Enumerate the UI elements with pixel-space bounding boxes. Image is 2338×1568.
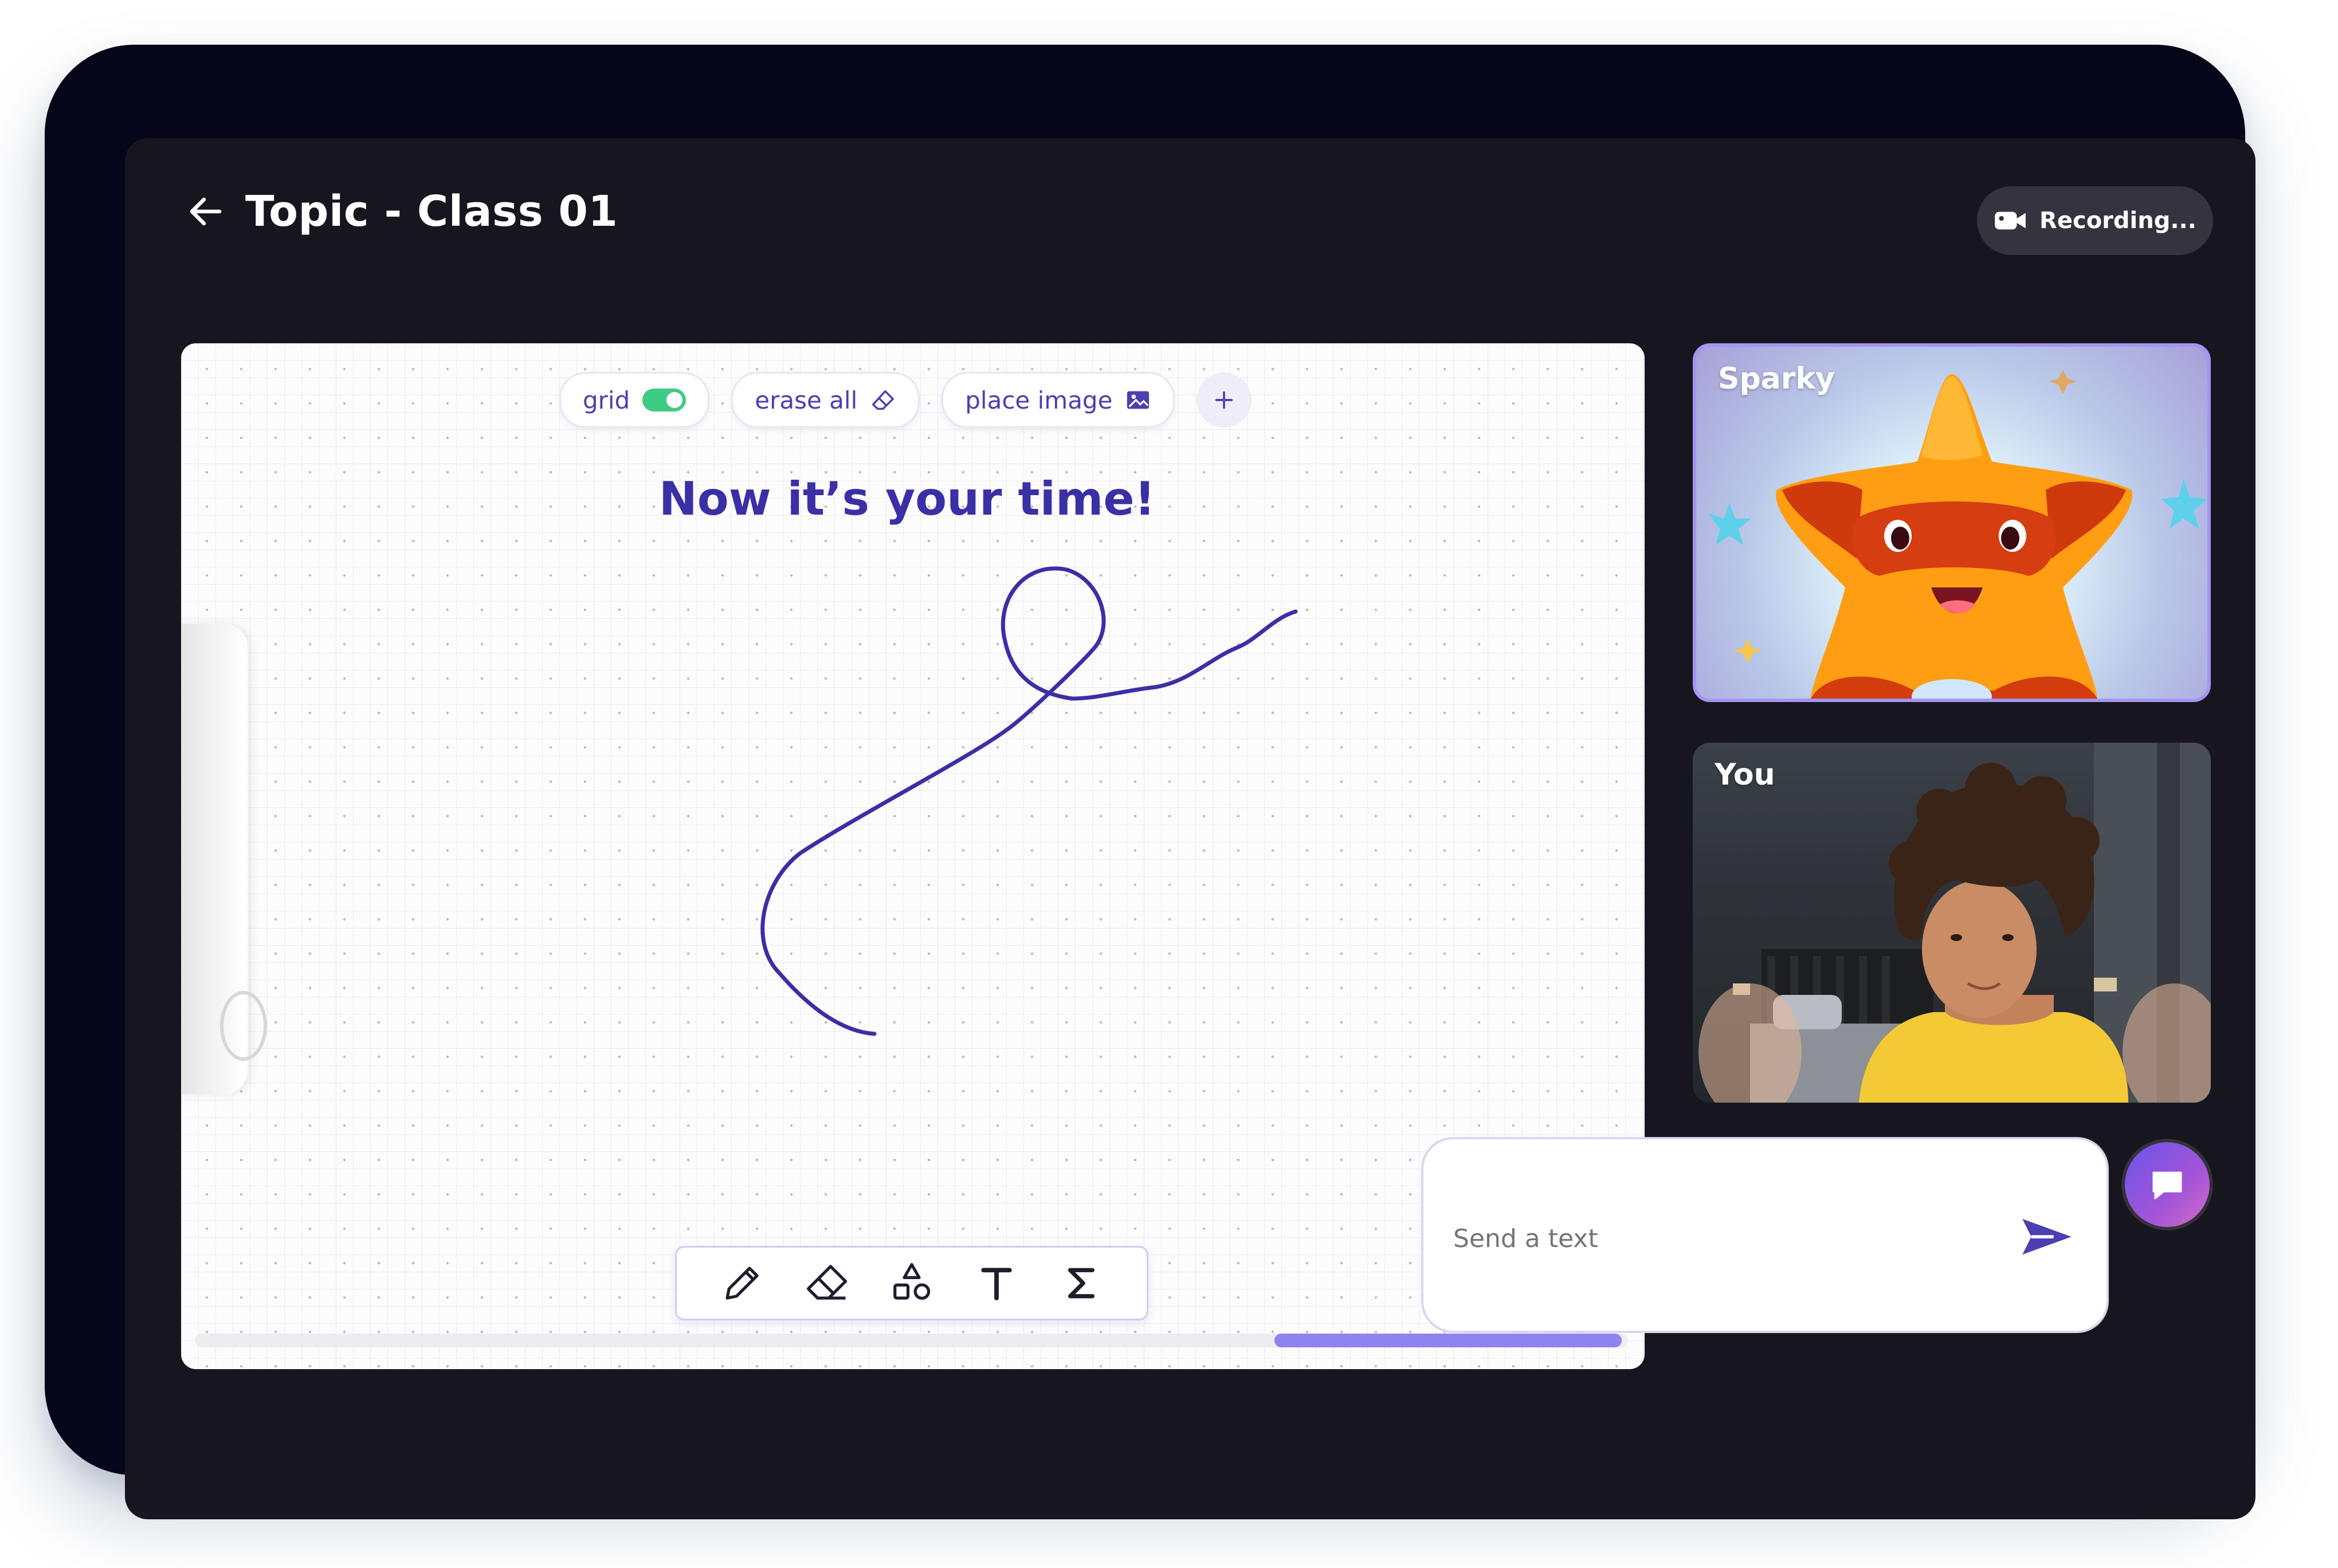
grid-toggle[interactable]: [642, 389, 687, 411]
text-tool[interactable]: [974, 1260, 1019, 1306]
whiteboard-toolbar: grid erase all place image: [559, 372, 1252, 428]
arrow-left-icon[interactable]: [185, 191, 226, 232]
sigma-icon: [1068, 1268, 1095, 1299]
page-title: Topic - Class 01: [245, 187, 618, 236]
recording-button[interactable]: Recording...: [1977, 186, 2213, 255]
chat-input-box[interactable]: [1421, 1137, 2109, 1333]
shapes-tool[interactable]: [889, 1260, 935, 1306]
star-mascot-avatar: [1708, 370, 2207, 699]
eraser-icon: [872, 390, 895, 410]
send-icon[interactable]: [2019, 1217, 2074, 1257]
toggle-knob: [666, 392, 683, 408]
grid-toggle-chip[interactable]: grid: [559, 372, 710, 428]
app-screen: Topic - Class 01 Recording... grid erase…: [125, 138, 2255, 1519]
chat-toggle-button[interactable]: [2125, 1142, 2210, 1227]
place-image-label: place image: [965, 386, 1113, 414]
plus-icon: [1215, 391, 1233, 409]
add-button[interactable]: [1197, 373, 1252, 428]
eraser-tool[interactable]: [804, 1260, 850, 1306]
tablet-frame: Topic - Class 01 Recording... grid erase…: [45, 45, 2255, 1519]
erase-all-button[interactable]: erase all: [731, 372, 920, 428]
pencil-tool[interactable]: [719, 1260, 765, 1306]
board-heading: Now it’s your time!: [658, 472, 1156, 526]
video-camera-icon: [1995, 211, 2026, 230]
formula-tool[interactable]: [1058, 1260, 1104, 1306]
shapes-icon: [893, 1263, 931, 1300]
image-icon: [1127, 391, 1150, 409]
participant-name: Sparky: [1718, 362, 1835, 396]
chat-bubble-icon: [2152, 1171, 2182, 1199]
scrollbar-thumb[interactable]: [1274, 1334, 1622, 1347]
erase-all-label: erase all: [755, 386, 858, 414]
place-image-button[interactable]: place image: [942, 372, 1175, 428]
participant-tile-you[interactable]: You: [1693, 743, 2211, 1103]
participant-tile-sparky[interactable]: Sparky: [1693, 343, 2211, 702]
grid-label: grid: [583, 386, 630, 414]
camera-feed-avatar: [1698, 743, 2211, 1103]
eraser-icon: [806, 1265, 848, 1300]
text-icon: [981, 1268, 1012, 1300]
drawing-tools-bar: [675, 1246, 1148, 1320]
chat-text-input[interactable]: [1452, 1220, 2004, 1257]
participant-name: You: [1715, 758, 1775, 792]
recording-label: Recording...: [2039, 207, 2196, 234]
pencil-icon: [725, 1267, 759, 1300]
